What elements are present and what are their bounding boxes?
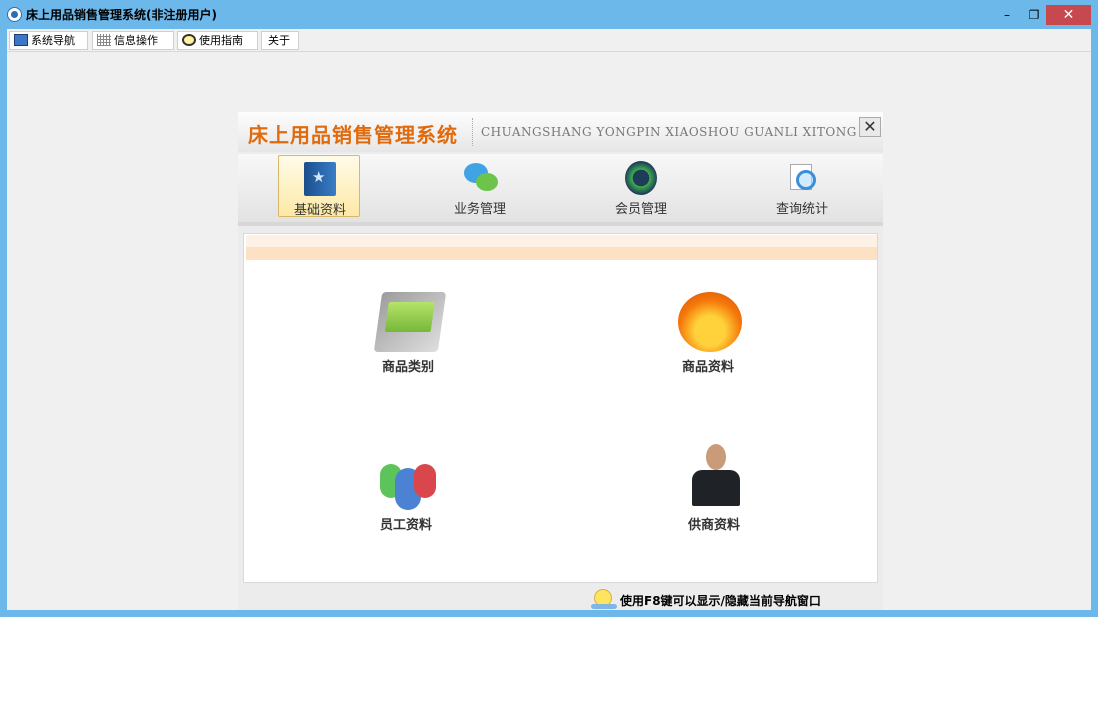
tile-product-category[interactable]: 商品类别 xyxy=(348,292,468,382)
tile-area: 商品类别 商品资料 员工资料 供商资料 xyxy=(243,233,878,583)
document-search-icon xyxy=(786,161,818,195)
tile-staff-info[interactable]: 员工资料 xyxy=(346,450,466,540)
menu-item-user-guide[interactable]: 使用指南 xyxy=(177,31,258,50)
app-logo-icon xyxy=(7,7,22,22)
minimize-button[interactable]: – xyxy=(997,5,1017,25)
tab-label: 会员管理 xyxy=(614,202,667,217)
supplier-person-icon xyxy=(684,444,748,506)
panel-title: 床上用品销售管理系统 xyxy=(248,123,458,147)
menu-bar: 系统导航 信息操作 使用指南 关于 xyxy=(7,29,1091,52)
header-divider xyxy=(472,118,474,146)
footer-hint-text: 使用F8键可以显示/隐藏当前导航窗口 xyxy=(620,594,821,608)
app-window: 床上用品销售管理系统(非注册用户) – ❐ ✕ 系统导航 信息操作 使用指南 关… xyxy=(0,0,1098,617)
clock-icon xyxy=(182,34,196,46)
tile-label: 员工资料 xyxy=(379,518,432,533)
tile-label: 商品资料 xyxy=(681,360,734,375)
chat-bubbles-icon xyxy=(464,161,498,195)
menu-item-system-nav[interactable]: 系统导航 xyxy=(9,31,88,50)
panel-close-button[interactable]: ✕ xyxy=(859,117,881,137)
menu-item-label: 信息操作 xyxy=(114,34,158,47)
header-strip xyxy=(246,235,877,247)
staff-group-icon xyxy=(376,450,440,510)
title-bar: 床上用品销售管理系统(非注册用户) – ❐ ✕ xyxy=(0,0,1098,29)
tab-label: 业务管理 xyxy=(453,202,506,217)
menu-item-label: 系统导航 xyxy=(31,34,75,47)
book-star-icon xyxy=(304,162,336,196)
module-tabs: 基础资料 业务管理 会员管理 查询统计 xyxy=(238,154,883,226)
menu-item-info-ops[interactable]: 信息操作 xyxy=(92,31,174,50)
menu-item-label: 使用指南 xyxy=(199,34,243,47)
navigation-panel: 床上用品销售管理系统 CHUANGSHANG YONGPIN XIAOSHOU … xyxy=(238,112,883,610)
tab-label: 基础资料 xyxy=(293,203,346,218)
header-strip xyxy=(246,247,877,260)
tab-members[interactable]: 会员管理 xyxy=(600,155,682,217)
tile-label: 商品类别 xyxy=(381,360,434,375)
tab-query-stats[interactable]: 查询统计 xyxy=(761,155,843,217)
tile-label: 供商资料 xyxy=(687,518,740,533)
window-title: 床上用品销售管理系统(非注册用户) xyxy=(26,8,217,22)
tab-business[interactable]: 业务管理 xyxy=(439,155,521,217)
menu-item-about[interactable]: 关于 xyxy=(261,31,299,50)
client-area: 系统导航 信息操作 使用指南 关于 床上用品销售管理系统 CHUANGSHANG… xyxy=(7,29,1091,610)
footer-hint: 使用F8键可以显示/隐藏当前导航窗口 xyxy=(591,589,821,609)
staff-center-figure xyxy=(395,468,421,510)
lightbulb-user-icon xyxy=(591,589,617,609)
tile-supplier-info[interactable]: 供商资料 xyxy=(654,444,774,534)
close-button[interactable]: ✕ xyxy=(1046,5,1091,25)
tab-label: 查询统计 xyxy=(775,202,828,217)
category-card-icon xyxy=(373,292,447,352)
restore-button[interactable]: ❐ xyxy=(1024,5,1044,25)
monitor-icon xyxy=(14,34,28,46)
panel-header: 床上用品销售管理系统 CHUANGSHANG YONGPIN XIAOSHOU … xyxy=(238,112,883,152)
tile-product-info[interactable]: 商品资料 xyxy=(648,292,768,382)
product-flame-icon xyxy=(678,292,742,352)
menu-item-label: 关于 xyxy=(268,34,290,47)
panel-subtitle: CHUANGSHANG YONGPIN XIAOSHOU GUANLI XITO… xyxy=(481,125,857,139)
member-cycle-icon xyxy=(625,161,657,195)
grid-icon xyxy=(97,34,111,46)
tab-basic-data[interactable]: 基础资料 xyxy=(278,155,360,218)
